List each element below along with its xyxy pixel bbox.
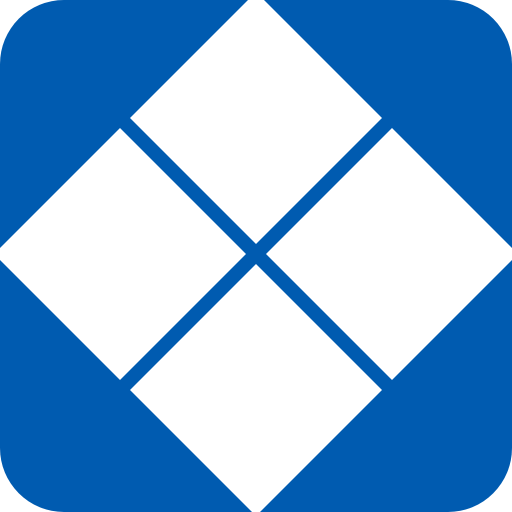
app-icon[interactable] <box>0 0 512 512</box>
four-diamonds-grid-icon <box>0 0 512 512</box>
